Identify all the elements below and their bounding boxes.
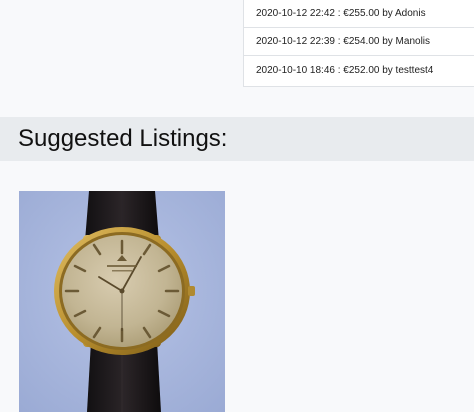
page: 2020-10-12 22:42 : €255.00 by Adonis 202… — [0, 0, 474, 412]
suggested-listings-title: Suggested Listings: — [18, 125, 228, 152]
bid-history-item: 2020-10-10 18:46 : €252.00 by testtest4 — [256, 65, 434, 76]
suggested-listings-header: Suggested Listings: — [0, 117, 474, 161]
suggested-listing-card[interactable] — [19, 191, 225, 412]
bid-history-item: 2020-10-12 22:42 : €255.00 by Adonis — [244, 0, 474, 28]
bid-history-item: 2020-10-12 22:39 : €254.00 by Manolis — [244, 28, 474, 56]
bid-history-list: 2020-10-12 22:42 : €255.00 by Adonis 202… — [243, 0, 474, 87]
listing-image-wristwatch[interactable] — [19, 191, 225, 412]
